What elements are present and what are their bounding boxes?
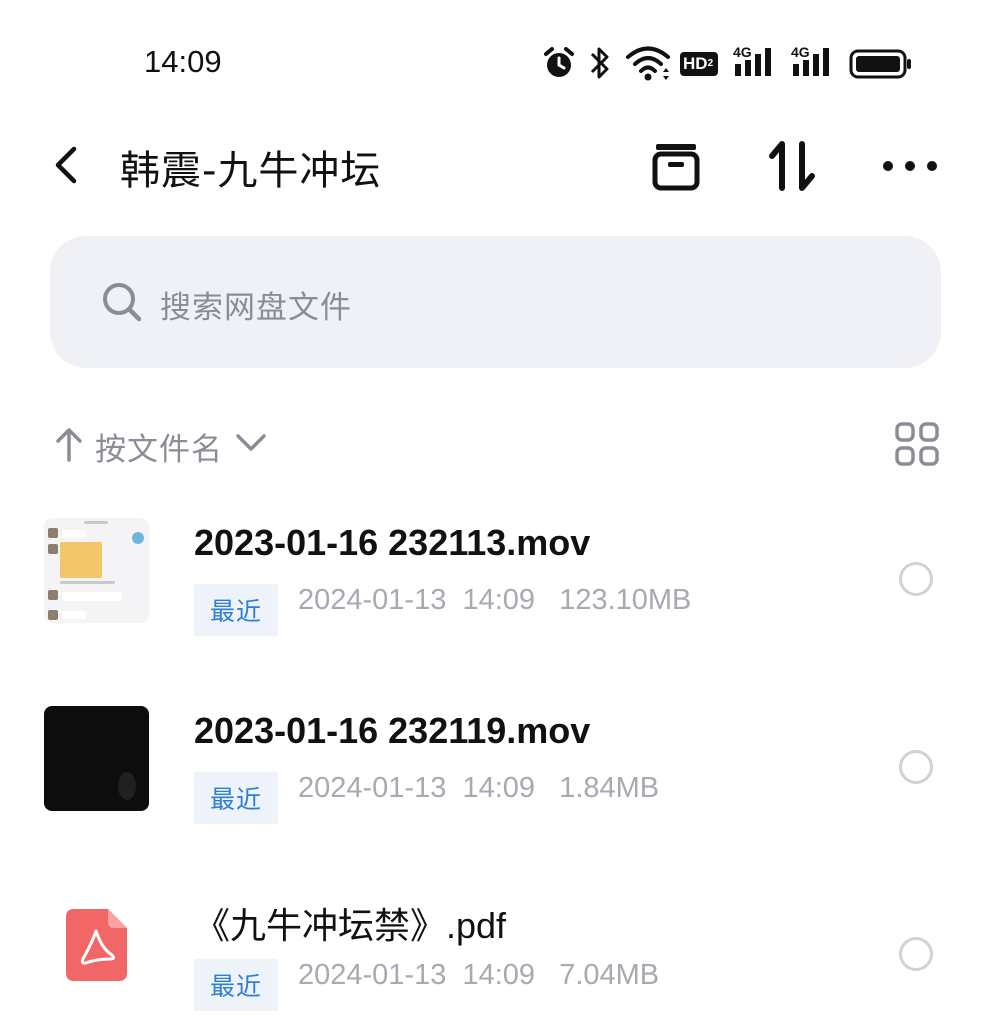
alarm-icon	[544, 47, 574, 77]
sort-row: 按文件名	[0, 420, 991, 470]
file-name: 2023-01-16 232113.mov	[194, 522, 591, 563]
search-placeholder: 搜索网盘文件	[160, 290, 352, 326]
hd-sub: 2	[707, 58, 714, 69]
signal-4g-icon: 4G	[733, 44, 779, 82]
dark-video-thumbnail	[44, 706, 149, 811]
net-label: 4G	[733, 44, 752, 60]
file-item[interactable]: 2023-01-16 232119.mov 最近 2024-01-13 14:0…	[0, 706, 991, 840]
more-button[interactable]	[880, 136, 940, 196]
select-radio[interactable]	[899, 937, 933, 971]
pdf-icon	[66, 909, 127, 981]
status-time: 14:09	[144, 44, 222, 79]
page-title: 韩震-九牛冲坛	[120, 148, 382, 194]
file-name: 《九牛冲坛禁》.pdf	[194, 905, 507, 946]
bluetooth-icon	[590, 47, 609, 79]
transfer-icon	[769, 141, 815, 191]
back-button[interactable]	[44, 140, 88, 190]
back-icon	[55, 146, 77, 184]
select-radio[interactable]	[899, 750, 933, 784]
sort-label[interactable]: 按文件名	[95, 424, 223, 469]
search-input[interactable]: 搜索网盘文件	[50, 236, 941, 368]
more-icon	[883, 161, 937, 171]
chevron-down-icon[interactable]	[234, 430, 268, 456]
recent-badge: 最近	[194, 772, 279, 824]
file-item[interactable]: 2023-01-16 232113.mov 最近 2024-01-13 14:0…	[0, 518, 991, 652]
transfer-button[interactable]	[762, 136, 822, 196]
file-meta: 2024-01-13 14:09 123.10MB	[298, 584, 692, 616]
grid-view-icon[interactable]	[893, 420, 941, 468]
header: 韩震-九牛冲坛	[0, 130, 991, 200]
select-radio[interactable]	[899, 562, 933, 596]
chat-screenshot-thumbnail	[44, 518, 149, 623]
hd-label: HD	[683, 54, 708, 73]
file-meta: 2024-01-13 14:09 1.84MB	[298, 772, 660, 804]
search-icon	[103, 283, 142, 322]
archive-button[interactable]	[646, 136, 706, 196]
wifi-icon	[626, 46, 670, 81]
recent-badge: 最近	[194, 584, 279, 636]
status-bar: 14:09 HD2 4G 4G	[0, 0, 991, 120]
arrow-up-icon	[56, 428, 82, 462]
recent-badge: 最近	[194, 959, 279, 1011]
file-item[interactable]: 《九牛冲坛禁》.pdf 最近 2024-01-13 14:09 7.04MB	[0, 897, 991, 1027]
hd-icon: HD2	[680, 52, 718, 76]
archive-icon	[652, 144, 700, 191]
signal-4g-icon: 4G	[791, 44, 837, 82]
net-label: 4G	[791, 44, 810, 60]
battery-icon	[849, 49, 911, 79]
file-meta: 2024-01-13 14:09 7.04MB	[298, 959, 660, 991]
file-name: 2023-01-16 232119.mov	[194, 710, 591, 751]
